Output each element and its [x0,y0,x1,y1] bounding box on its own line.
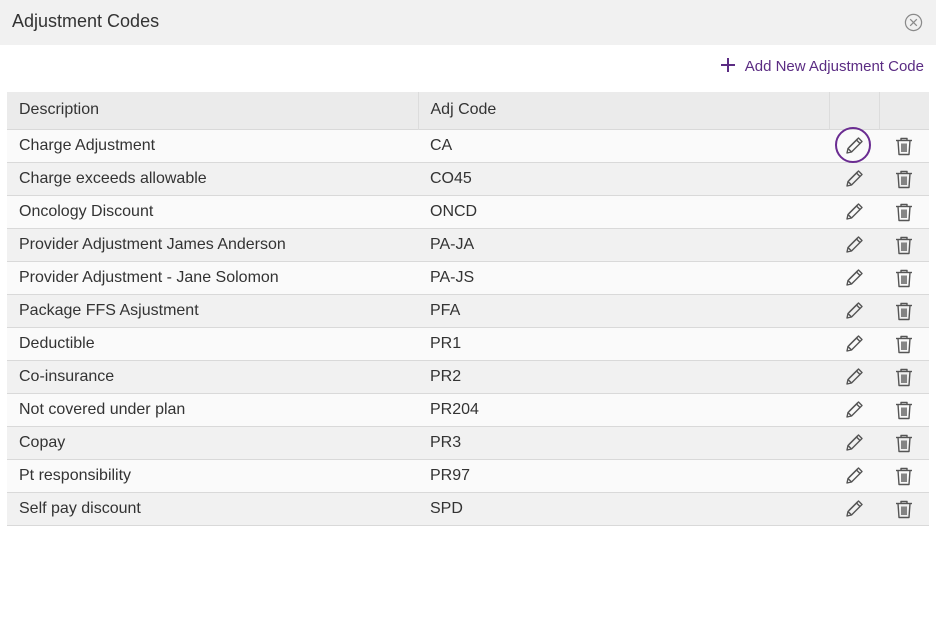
dialog-title: Adjustment Codes [12,11,160,31]
cell-delete [879,326,929,360]
cell-delete [879,227,929,261]
table-row: Not covered under plan PR204 [7,392,929,426]
trash-icon[interactable] [893,399,915,421]
cell-delete [879,194,929,228]
column-header-edit [829,92,880,129]
cell-edit [829,126,879,163]
cell-description: Provider Adjustment James Anderson [7,227,418,261]
cell-description: Charge Adjustment [7,128,418,162]
trash-icon[interactable] [893,366,915,388]
cell-delete [879,359,929,393]
cell-delete [879,161,929,195]
trash-icon[interactable] [893,135,915,157]
table-body: Charge Adjustment CA Charge exceeds allowa… [7,126,929,526]
trash-icon[interactable] [893,267,915,289]
trash-icon[interactable] [893,300,915,322]
cell-adj-code: PA-JA [418,227,829,261]
pencil-icon[interactable] [843,432,865,454]
add-adjustment-code-button[interactable]: Add New Adjustment Code [720,57,924,75]
cell-edit [829,293,879,327]
table-row: Pt responsibility PR97 [7,458,929,492]
table-row: Provider Adjustment James Anderson PA-JA [7,227,929,261]
add-adjustment-code-label: Add New Adjustment Code [744,58,924,75]
trash-icon[interactable] [893,465,915,487]
cell-description: Package FFS Asjustment [7,293,418,327]
column-header-delete [879,92,929,129]
pencil-icon[interactable] [843,465,865,487]
table-row: Charge Adjustment CA [7,126,929,163]
cell-adj-code: SPD [418,491,829,526]
cell-adj-code: PR204 [418,392,829,426]
cell-description: Co-insurance [7,359,418,393]
table-row: Self pay discount SPD [7,491,929,526]
cell-delete [879,491,929,526]
cell-description: Deductible [7,326,418,360]
cell-delete [879,458,929,492]
pencil-icon[interactable] [843,366,865,388]
pencil-icon[interactable] [843,135,865,157]
cell-description: Oncology Discount [7,194,418,228]
cell-delete [879,128,929,162]
cell-edit [829,326,879,360]
trash-icon[interactable] [893,498,915,520]
cell-edit [829,161,879,195]
cell-adj-code: PA-JS [418,260,829,294]
column-header-description[interactable]: Description [7,92,419,129]
cell-delete [879,425,929,459]
pencil-icon[interactable] [843,168,865,190]
trash-icon[interactable] [893,168,915,190]
cell-delete [879,260,929,294]
cell-adj-code: PFA [418,293,829,327]
cell-adj-code: PR3 [418,425,829,459]
dialog-header: Adjustment Codes [0,0,936,45]
pencil-icon[interactable] [843,267,865,289]
trash-icon[interactable] [893,333,915,355]
cell-adj-code: PR97 [418,458,829,492]
cell-edit [829,194,879,228]
cell-adj-code: CO45 [418,161,829,195]
table-row: Package FFS Asjustment PFA [7,293,929,327]
adjustment-codes-table: Description Adj Code Charge Adjustment CA… [7,92,929,526]
pencil-icon[interactable] [843,399,865,421]
trash-icon[interactable] [893,234,915,256]
cell-description: Charge exceeds allowable [7,161,418,195]
table-row: Charge exceeds allowable CO45 [7,161,929,195]
cell-delete [879,392,929,426]
cell-edit [829,425,879,459]
trash-icon[interactable] [893,201,915,223]
plus-icon [720,57,736,73]
pencil-icon[interactable] [843,234,865,256]
cell-edit [829,260,879,294]
trash-icon[interactable] [893,432,915,454]
pencil-icon[interactable] [843,300,865,322]
cell-edit [829,359,879,393]
cell-description: Not covered under plan [7,392,418,426]
cell-edit [829,491,879,526]
cell-edit [829,458,879,492]
column-header-adj-code[interactable]: Adj Code [418,92,830,129]
table-row: Co-insurance PR2 [7,359,929,393]
cell-adj-code: PR2 [418,359,829,393]
table-row: Deductible PR1 [7,326,929,360]
table-row: Provider Adjustment - Jane Solomon PA-JS [7,260,929,294]
table-row: Copay PR3 [7,425,929,459]
cell-edit [829,227,879,261]
cell-delete [879,293,929,327]
table-header-row: Description Adj Code [7,92,929,129]
cell-description: Pt responsibility [7,458,418,492]
pencil-icon[interactable] [843,201,865,223]
table-row: Oncology Discount ONCD [7,194,929,228]
cell-description: Self pay discount [7,491,418,526]
cell-description: Provider Adjustment - Jane Solomon [7,260,418,294]
cell-adj-code: ONCD [418,194,829,228]
pencil-icon[interactable] [843,333,865,355]
close-icon[interactable] [904,13,923,32]
cell-adj-code: CA [418,128,829,162]
cell-description: Copay [7,425,418,459]
pencil-icon[interactable] [843,498,865,520]
cell-edit [829,392,879,426]
cell-adj-code: PR1 [418,326,829,360]
